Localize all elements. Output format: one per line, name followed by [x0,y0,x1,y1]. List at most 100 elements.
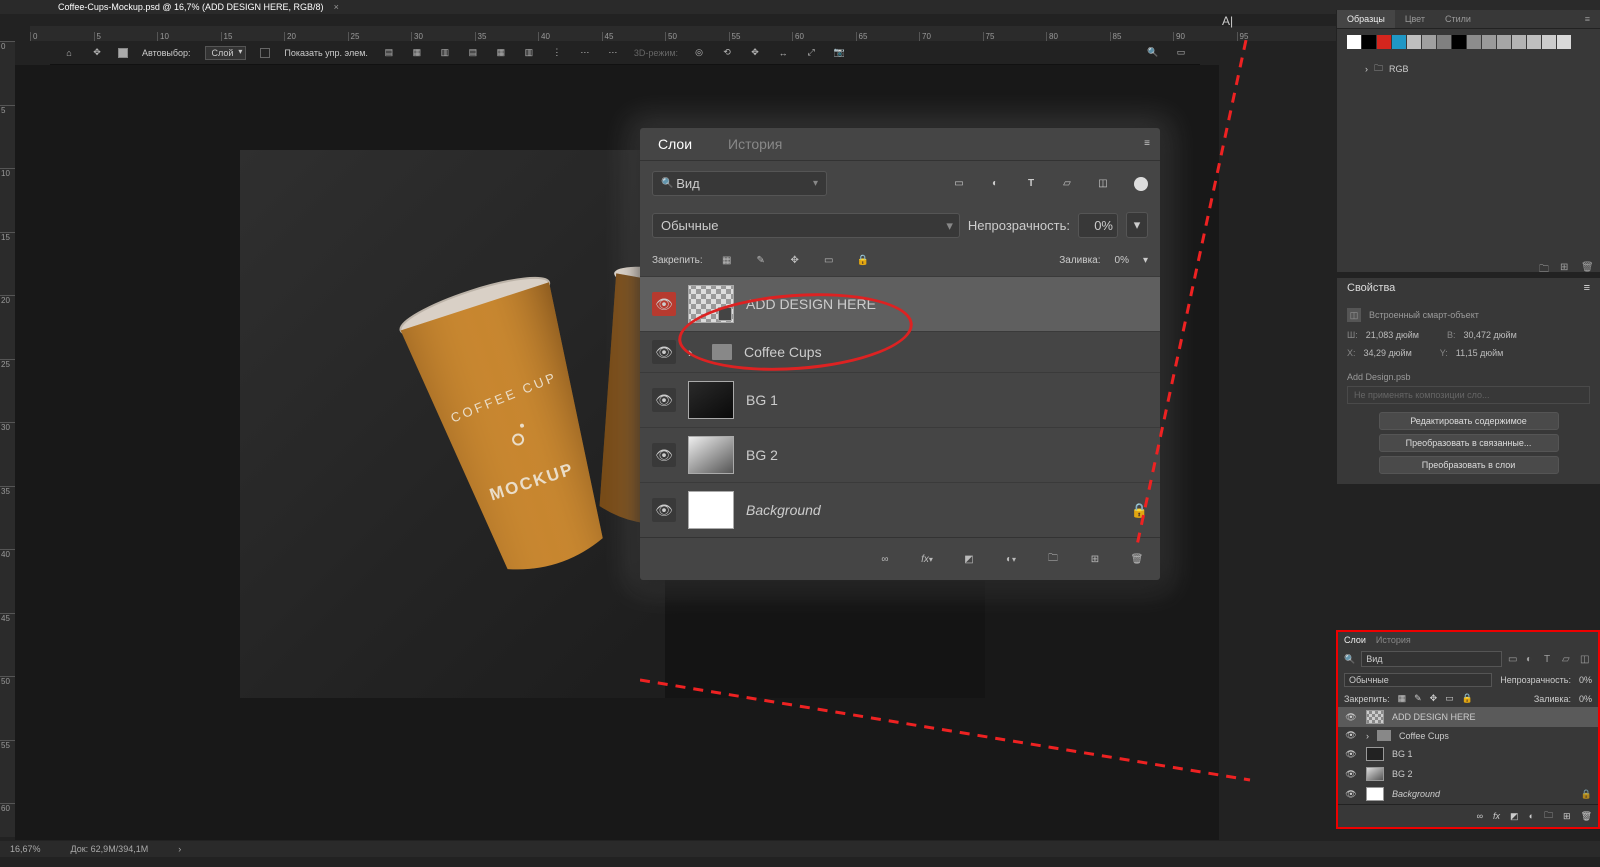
doc-info[interactable]: Док: 62,9M/394,1M [71,844,149,854]
swatch[interactable] [1527,35,1541,49]
swatch[interactable] [1482,35,1496,49]
filter-pixel-icon[interactable]: ▭ [948,173,970,195]
link-layers-icon[interactable]: ∞ [874,548,896,570]
layer-thumbnail[interactable] [1366,747,1384,761]
sl-tab-history[interactable]: История [1376,635,1411,645]
visibility-toggle[interactable]: 👁 [1344,789,1358,800]
align-top-icon[interactable]: ▤ [466,46,480,60]
fx-icon[interactable]: fx [1493,811,1500,821]
fill-dropdown-icon[interactable]: ▾ [1143,255,1148,266]
popup-filter-dropdown[interactable]: 🔍 [652,171,827,196]
swatch[interactable] [1467,35,1481,49]
visibility-toggle[interactable]: 👁 [1344,749,1358,760]
layer-name[interactable]: BG 1 [1392,749,1413,759]
layer-name[interactable]: Background [746,502,821,518]
layer-row[interactable]: 👁Background🔒 [640,482,1160,537]
visibility-toggle[interactable]: 👁 [1344,712,1358,723]
y-value[interactable]: 11,15 дюйм [1456,348,1504,358]
mask-icon[interactable]: ◩ [1510,811,1519,822]
lock-position-icon[interactable]: ✥ [785,250,805,270]
visibility-toggle[interactable]: 👁 [652,443,676,467]
link-layers-icon[interactable]: ∞ [1477,811,1483,821]
lock-position-icon[interactable]: ✥ [1430,693,1438,704]
lock-all-icon[interactable]: 🔒 [853,250,873,270]
layer-row[interactable]: 👁›Coffee Cups [1338,727,1598,744]
layer-row[interactable]: 👁ADD DESIGN HERE [1338,707,1598,727]
filter-image-icon[interactable]: ▭ [1508,654,1520,665]
layer-row[interactable]: 👁BG 2 [640,427,1160,482]
slide-3d-icon[interactable]: ↔ [776,46,790,60]
align-center-h-icon[interactable]: ▦ [410,46,424,60]
layer-thumbnail[interactable] [1366,767,1384,781]
align-left-icon[interactable]: ▤ [382,46,396,60]
filter-shape-icon[interactable]: ▱ [1562,654,1574,665]
popup-opacity-value[interactable]: 0% [1078,213,1118,238]
workspace-icon[interactable]: ▭ [1174,46,1188,60]
search-icon[interactable]: 🔍 [1146,46,1160,60]
filter-type-icon[interactable]: T [1544,654,1556,665]
fx-icon[interactable]: fx▾ [916,548,938,570]
align-middle-icon[interactable]: ▦ [494,46,508,60]
group-icon[interactable]: 🗀 [1544,808,1553,824]
zoom-level[interactable]: 16,67% [10,844,41,854]
delete-layer-icon[interactable]: 🗑 [1581,811,1592,822]
filter-smart-icon[interactable]: ◫ [1580,654,1592,665]
convert-linked-button[interactable]: Преобразовать в связанные... [1379,434,1559,452]
sl-tab-layers[interactable]: Слои [1344,635,1366,645]
popup-tab-history[interactable]: История [710,128,800,160]
adjustment-icon[interactable]: ◐ [1529,811,1534,821]
layer-name[interactable]: BG 2 [1392,769,1413,779]
layer-name[interactable]: Background [1392,789,1440,799]
properties-menu-icon[interactable]: ≡ [1584,282,1590,294]
layer-thumbnail[interactable] [688,491,734,529]
filter-type-icon[interactable]: T [1020,173,1042,195]
lock-paint-icon[interactable]: ✎ [1414,693,1422,704]
visibility-toggle[interactable]: 👁 [652,340,676,364]
layer-row[interactable]: 👁 Background 🔒 [1338,784,1598,804]
ai-library-icon[interactable]: A| [1222,14,1233,28]
lock-artboard-icon[interactable]: ▭ [1445,693,1454,704]
align-right-icon[interactable]: ▥ [438,46,452,60]
swatch[interactable] [1362,35,1376,49]
lock-icon[interactable]: 🔒 [1581,789,1592,800]
layer-name[interactable]: BG 1 [746,392,778,408]
new-swatch-icon[interactable]: ⊞ [1560,262,1573,275]
tab-swatches[interactable]: Образцы [1337,10,1395,28]
tab-color[interactable]: Цвет [1395,10,1435,28]
swatch-folder[interactable]: › 🗀 RGB [1347,57,1590,77]
visibility-toggle[interactable]: 👁 [652,498,676,522]
document-tab[interactable]: Coffee-Cups-Mockup.psd @ 16,7% (ADD DESI… [50,2,347,12]
lock-transparency-icon[interactable]: ▦ [1398,693,1407,704]
layer-row[interactable]: 👁 BG 1 [640,372,1160,427]
layer-name[interactable]: Coffee Cups [744,344,822,360]
w-value[interactable]: 21,083 дюйм [1366,330,1419,340]
layer-thumbnail[interactable] [688,436,734,474]
h-value[interactable]: 30,472 дюйм [1464,330,1517,340]
visibility-toggle[interactable]: 👁 [652,388,676,412]
swatch[interactable] [1377,35,1391,49]
filter-smart-icon[interactable]: ◫ [1092,173,1114,195]
move-tool-icon[interactable]: ✥ [90,46,104,60]
new-layer-icon[interactable]: ⊞ [1563,811,1571,822]
auto-select-checkbox[interactable] [118,48,128,58]
scale-3d-icon[interactable]: ⤢ [804,46,818,60]
new-folder-icon[interactable]: 🗀 [1539,262,1552,275]
layer-row[interactable]: 👁BG 2 [1338,764,1598,784]
layer-name[interactable]: ADD DESIGN HERE [746,296,876,312]
camera-3d-icon[interactable]: 📷 [832,46,846,60]
opacity-dropdown-icon[interactable]: ▾ [1126,212,1148,238]
swatch[interactable] [1437,35,1451,49]
swatch[interactable] [1512,35,1526,49]
layer-comp-dropdown[interactable]: Не применять композиции сло... [1354,390,1490,400]
visibility-toggle[interactable]: 👁 [1344,730,1358,741]
x-value[interactable]: 34,29 дюйм [1364,348,1412,358]
swatch[interactable] [1497,35,1511,49]
close-tab-icon[interactable]: × [334,2,339,12]
sl-fill-value[interactable]: 0% [1579,694,1592,704]
home-icon[interactable]: ⌂ [62,46,76,60]
filter-toggle[interactable] [1134,177,1148,191]
chevron-right-icon[interactable]: › [688,344,700,360]
new-layer-icon[interactable]: ⊞ [1084,548,1106,570]
delete-layer-icon[interactable]: 🗑 [1126,548,1148,570]
popup-tab-layers[interactable]: Слои [640,128,710,160]
